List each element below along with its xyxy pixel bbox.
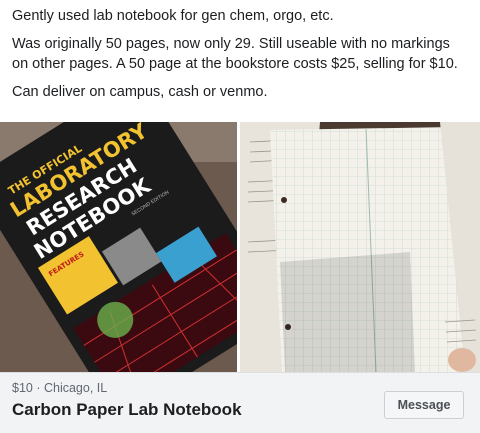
photo-grid: FEATURES THE OFFICIAL LABORATORY RESEARC… [0,122,480,372]
post-paragraph-3: Can deliver on campus, cash or venmo. [12,84,268,100]
photo-notebook-page[interactable] [240,122,480,372]
listing-title[interactable]: Carbon Paper Lab Notebook [12,400,242,420]
marketplace-post: Gently used lab notebook for gen chem, o… [0,0,480,433]
photo-notebook-cover[interactable]: FEATURES THE OFFICIAL LABORATORY RESEARC… [0,122,237,372]
listing-meta: $10 · Chicago, IL [12,381,107,395]
listing-footer: $10 · Chicago, IL Carbon Paper Lab Noteb… [0,372,480,433]
listing-location[interactable]: Chicago, IL [44,381,107,395]
post-paragraph-2: Was originally 50 pages, now only 29. St… [12,36,458,72]
listing-price: $10 [12,381,33,395]
post-description: Gently used lab notebook for gen chem, o… [12,6,468,110]
message-button[interactable]: Message [384,391,464,419]
meta-separator: · [32,381,44,395]
post-paragraph-1: Gently used lab notebook for gen chem, o… [12,8,334,24]
